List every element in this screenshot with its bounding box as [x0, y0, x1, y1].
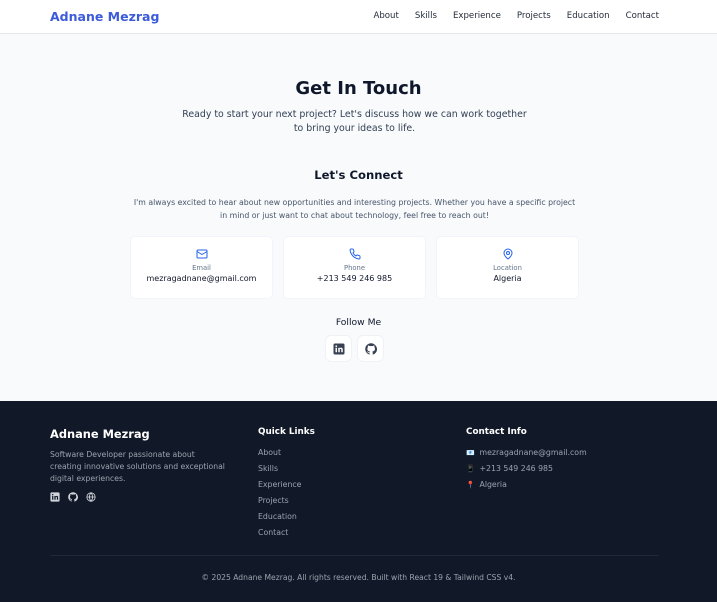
footer-location-text: Algeria: [479, 480, 507, 489]
phone-card[interactable]: Phone +213 549 246 985: [284, 237, 425, 298]
map-pin-icon: [503, 248, 512, 260]
phone-icon: [349, 248, 361, 260]
nav-link-contact[interactable]: Contact: [626, 11, 659, 21]
linkedin-icon: [333, 343, 344, 354]
contact-info-title: Contact Info: [466, 427, 527, 437]
follow-title: Follow Me: [335, 317, 382, 328]
email-card[interactable]: Email mezragadnane@gmail.com: [131, 237, 272, 298]
nav-link-education[interactable]: Education: [567, 11, 610, 21]
section-title: Get In Touch: [295, 78, 422, 99]
linkedin-button[interactable]: [326, 336, 351, 361]
connect-title: Let's Connect: [314, 168, 403, 182]
pin-emoji-icon: 📍: [466, 481, 475, 489]
footer-brand: Adnane Mezrag: [50, 427, 150, 441]
contact-cards: Email mezragadnane@gmail.com Phone +213 …: [131, 237, 578, 298]
footer-phone-text: +213 549 246 985: [479, 464, 553, 473]
footer-divider: [50, 555, 659, 556]
social-links: [326, 336, 383, 361]
footer: Adnane Mezrag Software Developer passion…: [0, 401, 717, 602]
brand-logo[interactable]: Adnane Mezrag: [50, 9, 159, 24]
contact-info-list: 📧 mezragadnane@gmail.com 📱 +213 549 246 …: [466, 448, 587, 496]
location-label: Location: [493, 264, 522, 272]
github-icon: [364, 342, 377, 355]
footer-link-projects[interactable]: Projects: [258, 496, 301, 512]
nav-links: About Skills Experience Projects Educati…: [373, 11, 659, 21]
location-card[interactable]: Location Algeria: [437, 237, 578, 298]
nav-link-experience[interactable]: Experience: [453, 11, 501, 21]
footer-link-about[interactable]: About: [258, 448, 301, 464]
footer-link-education[interactable]: Education: [258, 512, 301, 528]
email-label: Email: [192, 264, 211, 272]
footer-description: Software Developer passionate about crea…: [50, 450, 225, 483]
footer-email-text: mezragadnane@gmail.com: [479, 448, 587, 457]
footer-phone: 📱 +213 549 246 985: [466, 464, 587, 480]
location-value: Algeria: [493, 274, 522, 283]
quick-links-list: About Skills Experience Projects Educati…: [258, 448, 301, 544]
mobile-phone-emoji-icon: 📱: [466, 465, 475, 473]
footer-link-experience[interactable]: Experience: [258, 480, 301, 496]
envelope-emoji-icon: 📧: [466, 449, 475, 457]
email-value: mezragadnane@gmail.com: [146, 274, 257, 283]
connect-text: I'm always excited to hear about new opp…: [133, 198, 576, 220]
copyright-text: © 2025 Adnane Mezrag. All rights reserve…: [201, 573, 516, 582]
footer-email: 📧 mezragadnane@gmail.com: [466, 448, 587, 464]
section-subtitle: Ready to start your next project? Let's …: [182, 109, 527, 134]
nav-link-skills[interactable]: Skills: [415, 11, 437, 21]
phone-label: Phone: [343, 264, 366, 272]
footer-link-skills[interactable]: Skills: [258, 464, 301, 480]
navbar: Adnane Mezrag About Skills Experience Pr…: [0, 0, 717, 34]
footer-link-contact[interactable]: Contact: [258, 528, 301, 544]
quick-links-title: Quick Links: [258, 427, 315, 437]
github-button[interactable]: [358, 336, 383, 361]
phone-value: +213 549 246 985: [316, 274, 393, 283]
footer-social-icons: [50, 492, 96, 502]
globe-icon[interactable]: [86, 492, 96, 502]
footer-location: 📍 Algeria: [466, 480, 587, 496]
nav-link-projects[interactable]: Projects: [517, 11, 551, 21]
mail-icon: [196, 249, 207, 259]
github-icon[interactable]: [68, 492, 78, 502]
linkedin-icon[interactable]: [50, 492, 60, 502]
nav-link-about[interactable]: About: [373, 11, 398, 21]
